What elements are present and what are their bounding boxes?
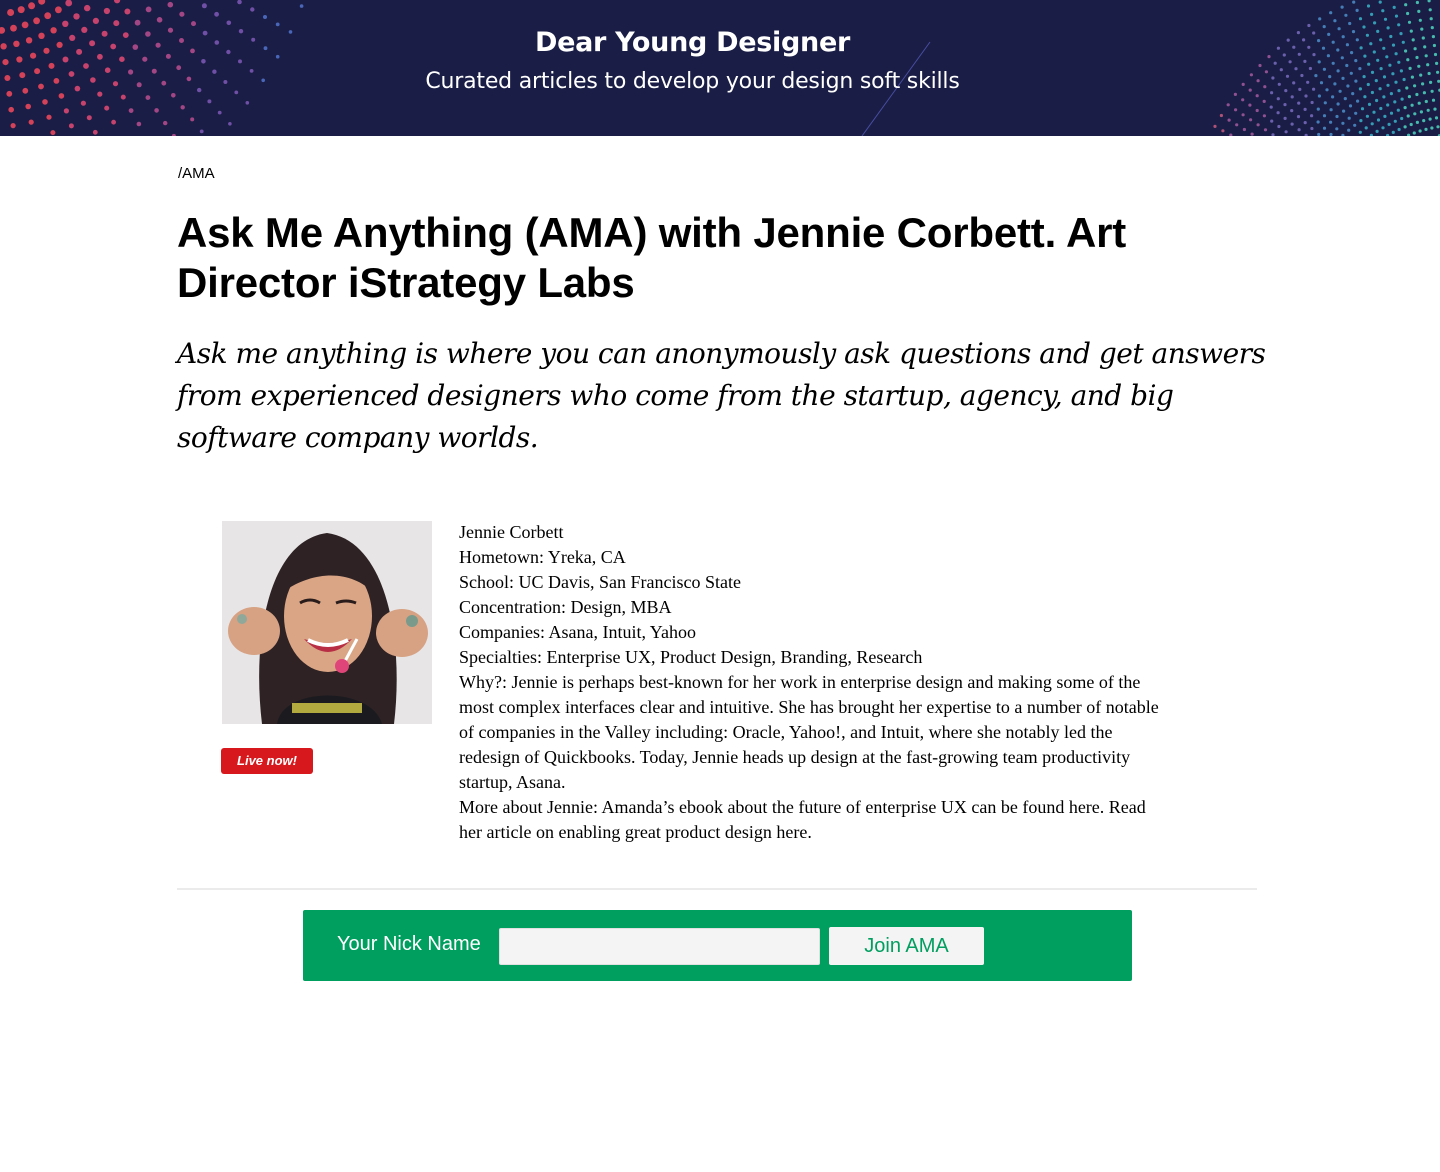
portrait-image [222,521,432,724]
site-subtitle: Curated articles to develop your design … [425,69,960,94]
speaker-bio: Jennie Corbett Hometown: Yreka, CA Schoo… [459,520,1169,845]
header-banner: Dear Young Designer Curated articles to … [0,0,1440,136]
bio-concentration: Concentration: Design, MBA [459,597,672,617]
bio-more: More about Jennie: Amanda’s ebook about … [459,797,1146,842]
live-now-badge: Live now! [221,748,313,774]
breadcrumb[interactable]: /AMA [178,165,215,182]
site-title[interactable]: Dear Young Designer [0,27,1385,58]
page-title: Ask Me Anything (AMA) with Jennie Corbet… [177,209,1127,306]
section-divider [177,888,1257,890]
bio-specialties: Specialties: Enterprise UX, Product Desi… [459,647,923,667]
join-form: Your Nick Name Join AMA [303,910,1132,981]
nickname-input[interactable] [499,928,820,965]
dotted-pattern-decoration [0,0,1440,136]
bio-companies: Companies: Asana, Intuit, Yahoo [459,622,696,642]
bio-hometown: Hometown: Yreka, CA [459,547,626,567]
bio-why: Why?: Jennie is perhaps best-known for h… [459,672,1159,792]
nickname-label: Your Nick Name [337,933,481,955]
bio-name: Jennie Corbett [459,522,564,542]
intro-text: Ask me anything is where you can anonymo… [177,337,1266,454]
join-ama-button[interactable]: Join AMA [829,927,984,965]
bio-school: School: UC Davis, San Francisco State [459,572,741,592]
